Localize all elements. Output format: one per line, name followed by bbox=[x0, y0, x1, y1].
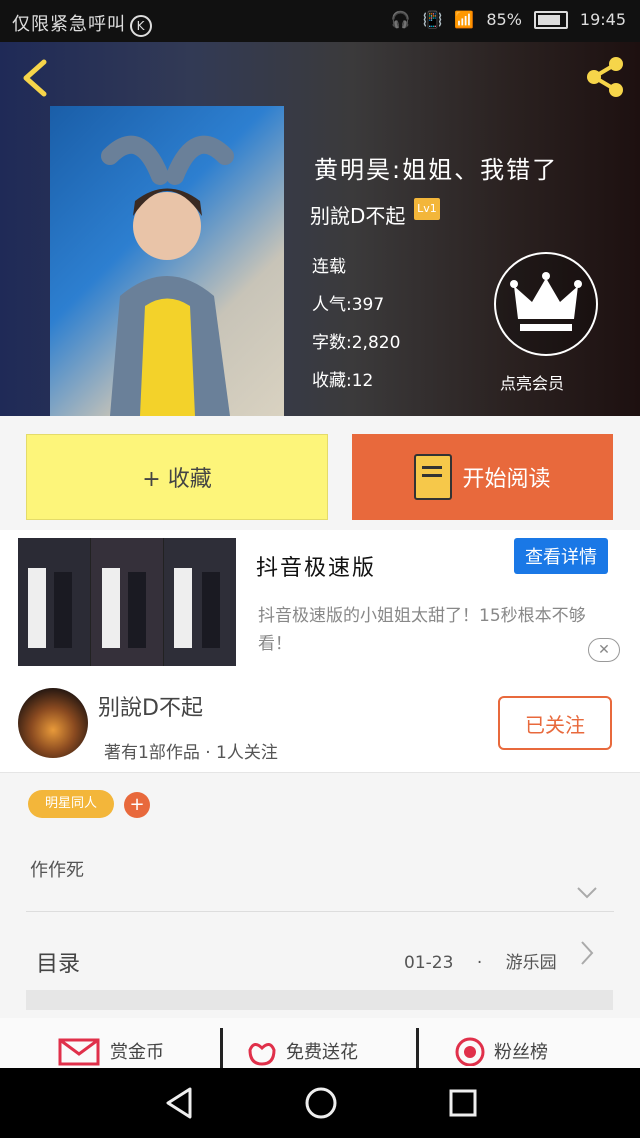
catalog-separator: · bbox=[476, 953, 483, 973]
catalog-date: 01-23 bbox=[404, 953, 454, 973]
book-title: 黄明昊:姐姐、我错了 bbox=[314, 156, 559, 184]
ad-description: 抖音极速版的小姐姐太甜了！15秒根本不够看！ bbox=[258, 606, 586, 654]
vip-button[interactable] bbox=[494, 252, 598, 356]
chevron-right-icon[interactable] bbox=[580, 940, 594, 972]
fan-ranking-button[interactable]: 粉丝榜 bbox=[452, 1036, 548, 1066]
send-flower-label: 免费送花 bbox=[286, 1042, 358, 1063]
catalog-publisher: 游乐园 bbox=[505, 953, 557, 973]
vibrate-icon: 📳 bbox=[422, 10, 443, 29]
book-icon bbox=[414, 454, 453, 500]
catalog-latest[interactable]: 01-23 · 游乐园 bbox=[404, 948, 557, 973]
favorite-label: + 收藏 bbox=[142, 467, 212, 492]
catalog-label[interactable]: 目录 bbox=[36, 946, 80, 978]
reward-coins-label: 赏金币 bbox=[110, 1042, 164, 1063]
author-name[interactable]: 别說D不起 bbox=[98, 690, 203, 722]
nav-recents-icon[interactable] bbox=[448, 1088, 478, 1118]
envelope-icon bbox=[58, 1038, 100, 1066]
book-cover-image[interactable] bbox=[50, 106, 284, 416]
nav-back-icon[interactable] bbox=[164, 1086, 194, 1120]
flower-icon bbox=[248, 1043, 276, 1066]
author-stats: 著有1部作品 · 1人关注 bbox=[104, 743, 278, 763]
author-avatar[interactable] bbox=[18, 688, 88, 758]
ad-close-button[interactable]: ✕ bbox=[588, 638, 620, 662]
start-reading-button[interactable]: 开始阅读 bbox=[352, 434, 613, 520]
send-flower-button[interactable]: 免费送花 bbox=[244, 1036, 358, 1066]
battery-icon bbox=[533, 10, 568, 29]
status-carrier-text: 仅限紧急呼叫 K bbox=[12, 10, 152, 37]
book-intro: 作作死 bbox=[30, 860, 84, 881]
headset-icon: 🎧 bbox=[390, 10, 411, 29]
target-icon bbox=[455, 1037, 485, 1066]
section-separator bbox=[26, 990, 613, 1010]
k-icon: K bbox=[130, 15, 152, 37]
book-word-count: 字数:2,820 bbox=[312, 333, 401, 353]
follow-button[interactable]: 已关注 bbox=[498, 696, 612, 750]
status-bar: 仅限紧急呼叫 K 🎧 📳 📶 85% 19:45 bbox=[0, 0, 640, 42]
nav-home-icon[interactable] bbox=[304, 1086, 338, 1120]
ad-details-button[interactable]: 查看详情 bbox=[514, 538, 608, 574]
book-author[interactable]: 别說D不起 bbox=[310, 200, 405, 229]
crown-icon bbox=[510, 272, 582, 331]
ad-title: 抖音极速版 bbox=[256, 556, 377, 581]
fan-ranking-label: 粉丝榜 bbox=[494, 1042, 548, 1063]
tag-chip[interactable]: 明星同人 bbox=[28, 790, 114, 818]
status-icons: 🎧 📳 📶 85% 19:45 bbox=[391, 10, 626, 29]
author-level-badge: Lv1 bbox=[414, 198, 440, 220]
book-popularity: 人气:397 bbox=[312, 295, 385, 315]
book-favorites: 收藏:12 bbox=[312, 371, 374, 391]
reward-coins-button[interactable]: 赏金币 bbox=[58, 1036, 164, 1066]
back-icon[interactable] bbox=[16, 58, 56, 98]
ad-image[interactable] bbox=[18, 538, 236, 666]
read-label: 开始阅读 bbox=[462, 467, 551, 492]
add-to-favorites-button[interactable]: + 收藏 bbox=[26, 434, 328, 520]
chevron-down-icon[interactable] bbox=[576, 884, 598, 905]
battery-percent: 85% bbox=[486, 10, 522, 29]
divider bbox=[416, 1028, 419, 1068]
divider bbox=[220, 1028, 223, 1068]
add-tag-button[interactable]: + bbox=[124, 792, 150, 818]
system-nav-bar bbox=[0, 1068, 640, 1138]
wifi-icon: 📶 bbox=[454, 10, 475, 29]
share-icon[interactable] bbox=[580, 52, 630, 102]
clock: 19:45 bbox=[579, 10, 626, 29]
book-status: 连载 bbox=[312, 257, 346, 277]
vip-label: 点亮会员 bbox=[500, 374, 565, 393]
divider bbox=[26, 911, 614, 912]
